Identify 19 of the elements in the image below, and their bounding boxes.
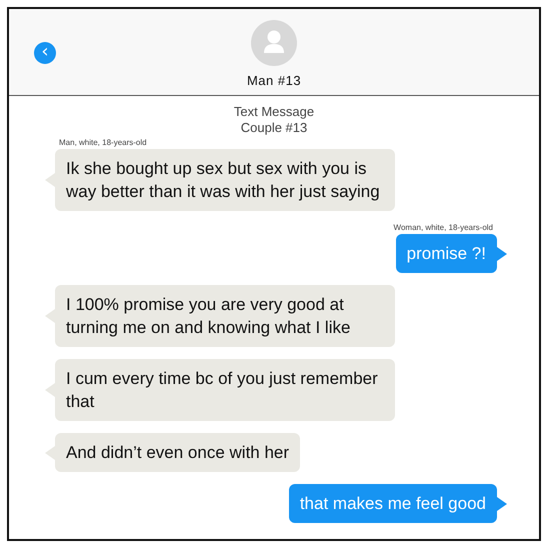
sender-label: Man, white, 18-years-old <box>59 138 147 147</box>
bubble-tail <box>45 173 55 187</box>
message-bubble: I 100% promise you are very good at turning me on and knowing what I like <box>55 285 395 347</box>
bubble-tail <box>497 246 507 260</box>
message-bubble: that makes me feel good <box>288 484 497 523</box>
bubble-tail <box>45 446 55 460</box>
conversation-title: Text Message <box>234 104 314 120</box>
message-bubble: promise ?! <box>396 234 497 273</box>
message-bubble: I cum every time bc of you just remember that <box>55 359 395 421</box>
avatar-icon <box>251 20 297 66</box>
conversation-title: Couple #13 <box>240 120 308 136</box>
bubble-tail <box>45 309 55 323</box>
message-bubble: And didn’t even once with her <box>55 433 300 472</box>
contact-name: Man #13 <box>246 73 302 88</box>
back-button[interactable]: ‹ <box>34 42 56 64</box>
sender-label: Woman, white, 18-years-old <box>394 223 493 232</box>
message-bubble: Ik she bought up sex but sex with you is way better than it was with her just saying <box>55 149 395 211</box>
bubble-tail <box>497 496 507 510</box>
bubble-tail <box>45 383 55 397</box>
